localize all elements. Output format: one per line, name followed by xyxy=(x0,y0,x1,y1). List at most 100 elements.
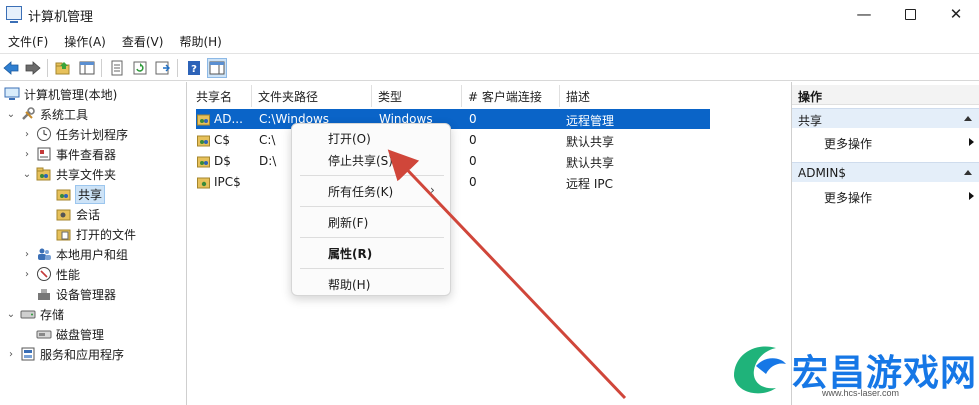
table-row[interactable]: D$ D:\ 0 默认共享 xyxy=(196,151,710,171)
storage-icon xyxy=(20,306,36,322)
description-cell: 远程 IPC xyxy=(566,177,613,191)
help-button[interactable]: ? xyxy=(185,59,203,77)
refresh-button[interactable] xyxy=(131,59,149,77)
expand-chevron-icon[interactable]: › xyxy=(20,149,34,160)
client-connections-cell: 0 xyxy=(469,154,477,168)
actions-title: 操作 xyxy=(792,85,979,105)
submenu-arrow-icon xyxy=(969,138,974,146)
close-button[interactable]: ✕ xyxy=(933,0,979,28)
tree-label: 计算机管理(本地) xyxy=(24,87,118,102)
tree-item-local-users-groups[interactable]: › 本地用户和组 xyxy=(20,244,128,264)
actions-section-shares[interactable]: 共享 xyxy=(792,108,979,128)
tree-label: 磁盘管理 xyxy=(56,327,105,342)
menu-item-open[interactable]: 打开(O) xyxy=(328,130,371,147)
clock-icon xyxy=(36,126,52,142)
menu-help[interactable]: 帮助(H) xyxy=(171,30,229,52)
minimize-icon: — xyxy=(856,5,872,23)
tree-item-shares[interactable]: 共享 xyxy=(54,184,106,204)
performance-icon xyxy=(36,266,52,282)
tree-label: 事件查看器 xyxy=(56,147,117,162)
table-row[interactable]: IPC$ 0 远程 IPC xyxy=(196,172,710,192)
session-icon xyxy=(56,206,72,222)
menu-bar: 文件(F) 操作(A) 查看(V) 帮助(H) xyxy=(0,30,230,52)
up-one-level-button[interactable] xyxy=(54,59,72,77)
submenu-chevron-icon: › xyxy=(430,183,435,197)
maximize-button[interactable] xyxy=(887,0,933,28)
console-tree: 计算机管理(本地) ⌄ 系统工具 › 任务计划程序 › 事件查看器 ⌄ 共享文件… xyxy=(0,82,187,405)
actions-section-admin[interactable]: ADMIN$ xyxy=(792,162,979,182)
export-list-icon xyxy=(155,61,170,75)
properties-icon xyxy=(111,60,123,76)
menu-view[interactable]: 查看(V) xyxy=(114,30,172,52)
help-icon: ? xyxy=(188,61,200,75)
tree-item-open-files[interactable]: 打开的文件 xyxy=(54,224,136,244)
table-row[interactable]: AD... C:\Windows Windows 0 远程管理 xyxy=(196,109,710,129)
collapse-chevron-icon[interactable]: ⌄ xyxy=(4,109,18,120)
share-icon xyxy=(197,177,210,189)
menu-item-properties[interactable]: 属性(R) xyxy=(328,245,372,262)
console-tree-icon xyxy=(79,61,95,75)
expand-chevron-icon[interactable]: › xyxy=(20,129,34,140)
column-description[interactable]: 描述 xyxy=(560,85,710,107)
properties-button[interactable] xyxy=(108,59,126,77)
section-label: 共享 xyxy=(798,114,823,128)
share-name-cell: C$ xyxy=(214,133,231,147)
export-list-button[interactable] xyxy=(154,59,172,77)
expand-chevron-icon[interactable]: › xyxy=(20,249,34,260)
tree-label: 性能 xyxy=(56,267,81,282)
tree-label: 本地用户和组 xyxy=(56,247,129,262)
shared-folder-icon xyxy=(36,166,52,182)
description-cell: 默认共享 xyxy=(566,156,615,170)
collapse-chevron-icon[interactable]: ⌄ xyxy=(20,169,34,180)
column-client-connections[interactable]: # 客户端连接 xyxy=(462,85,560,107)
tree-item-sessions[interactable]: 会话 xyxy=(54,204,100,224)
column-folder-path[interactable]: 文件夹路径 xyxy=(252,85,372,107)
tree-item-system-tools[interactable]: ⌄ 系统工具 xyxy=(4,104,88,124)
tree-item-performance[interactable]: › 性能 xyxy=(20,264,80,284)
menu-separator xyxy=(300,175,444,176)
expand-chevron-icon[interactable]: › xyxy=(4,349,18,360)
show-hide-console-tree-button[interactable] xyxy=(78,59,96,77)
more-actions-link[interactable]: 更多操作 xyxy=(792,132,979,152)
tree-label: 系统工具 xyxy=(40,107,89,122)
menu-action[interactable]: 操作(A) xyxy=(56,30,114,52)
share-name-cell: D$ xyxy=(214,154,231,168)
tree-item-disk-management[interactable]: 磁盘管理 xyxy=(34,324,104,344)
tree-item-task-scheduler[interactable]: › 任务计划程序 xyxy=(20,124,128,144)
menu-file[interactable]: 文件(F) xyxy=(0,30,56,52)
client-connections-cell: 0 xyxy=(469,112,477,126)
toolbar-separator xyxy=(177,59,178,77)
maximize-icon xyxy=(904,8,916,20)
menu-item-all-tasks[interactable]: 所有任务(K) xyxy=(328,183,393,200)
forward-button[interactable] xyxy=(24,59,42,77)
tree-label: 设备管理器 xyxy=(56,287,117,302)
tree-item-services-applications[interactable]: › 服务和应用程序 xyxy=(4,344,124,364)
tree-item-computer-management[interactable]: 计算机管理(本地) xyxy=(2,84,117,104)
close-icon: ✕ xyxy=(949,5,963,23)
tree-item-shared-folders[interactable]: ⌄ 共享文件夹 xyxy=(20,164,116,184)
expand-chevron-icon[interactable]: › xyxy=(20,269,34,280)
toolbar: ? xyxy=(0,53,979,81)
menu-item-help[interactable]: 帮助(H) xyxy=(328,276,370,293)
table-row[interactable]: C$ C:\ 0 默认共享 xyxy=(196,130,710,150)
refresh-icon xyxy=(133,61,147,75)
toolbar-separator xyxy=(101,59,102,77)
back-button[interactable] xyxy=(2,59,20,77)
menu-item-stop-sharing[interactable]: 停止共享(S) xyxy=(328,152,393,169)
tree-item-device-manager[interactable]: 设备管理器 xyxy=(34,284,116,304)
collapse-section-icon xyxy=(964,116,972,121)
share-icon xyxy=(197,135,210,147)
tree-item-storage[interactable]: ⌄ 存储 xyxy=(4,304,64,324)
tree-item-event-viewer[interactable]: › 事件查看器 xyxy=(20,144,116,164)
column-type[interactable]: 类型 xyxy=(372,85,462,107)
menu-separator xyxy=(300,237,444,238)
collapse-chevron-icon[interactable]: ⌄ xyxy=(4,309,18,320)
context-menu: 打开(O) 停止共享(S) 所有任务(K) › 刷新(F) 属性(R) 帮助(H… xyxy=(291,123,451,296)
menu-item-refresh[interactable]: 刷新(F) xyxy=(328,214,368,231)
column-share-name[interactable]: 共享名 xyxy=(190,85,252,107)
client-connections-cell: 0 xyxy=(469,133,477,147)
minimize-button[interactable]: — xyxy=(841,0,887,28)
more-actions-link[interactable]: 更多操作 xyxy=(792,186,979,206)
folder-path-cell: C:\ xyxy=(259,133,276,147)
show-action-pane-button[interactable] xyxy=(207,58,227,78)
